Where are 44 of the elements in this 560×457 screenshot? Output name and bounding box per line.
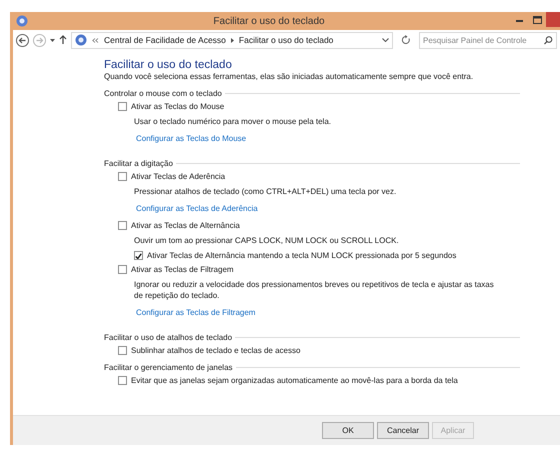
option-description: Pressionar atalhos de teclado (como CTRL+ALT+DEL) uma tecla por vez. xyxy=(134,186,398,197)
back-button[interactable] xyxy=(16,34,29,46)
checkbox-label[interactable]: Ativar as Teclas do Mouse xyxy=(131,102,224,111)
checkbox-label[interactable]: Evitar que as janelas sejam organizadas automaticamente ao movê-las para a borda da tela xyxy=(131,376,458,385)
dialog-button[interactable]: OK xyxy=(322,422,374,439)
checkbox-label[interactable]: Ativar as Teclas de Filtragem xyxy=(131,265,234,274)
settings-link[interactable]: Configurar as Teclas de Filtragem xyxy=(136,308,256,317)
window-title: Facilitar o uso do teclado xyxy=(212,16,326,26)
address-field[interactable]: Central de Facilidade de Acesso Facilitar o uso do teclado xyxy=(71,32,393,48)
checkbox[interactable] xyxy=(118,265,127,274)
page-description: Quando você seleciona essas ferramentas, elas são iniciadas automaticamente sempre que você entra. xyxy=(104,72,474,81)
checkbox-label[interactable]: Ativar as Teclas de Alternância xyxy=(131,221,240,230)
checkbox[interactable] xyxy=(134,251,143,260)
breadcrumb-item[interactable]: Central de Facilidade de Acesso xyxy=(104,35,226,45)
up-arrow-icon[interactable] xyxy=(59,35,67,45)
checkbox[interactable] xyxy=(118,221,127,230)
option-description: Usar o teclado numérico para mover o mouse pela tela. xyxy=(134,116,332,127)
refresh-icon[interactable] xyxy=(401,35,411,45)
section-heading: Facilitar o gerenciamento de janelas xyxy=(104,363,233,372)
option-description: Ignorar ou reduzir a velocidade dos pressionamentos breves ou repetitivos de tecla e ajustar as taxas de repetição do teclado. xyxy=(134,279,494,301)
section-heading: Facilitar a digitação xyxy=(104,159,173,168)
checkbox[interactable] xyxy=(118,376,127,385)
search-icon[interactable] xyxy=(544,36,553,44)
checkbox-label[interactable]: Ativar Teclas de Alternância mantendo a tecla NUM LOCK pressionada por 5 segundos xyxy=(147,251,456,260)
dialog-button[interactable]: Cancelar xyxy=(377,422,429,439)
recent-pages-icon[interactable] xyxy=(50,38,55,42)
settings-link[interactable]: Configurar as Teclas de Aderência xyxy=(136,204,258,213)
page-heading: Facilitar o uso do teclado xyxy=(104,59,233,71)
checkbox[interactable] xyxy=(118,172,127,181)
overflow-chevron-icon[interactable] xyxy=(92,38,99,42)
control-panel-icon xyxy=(16,15,28,27)
checkbox-label[interactable]: Sublinhar atalhos de teclado e teclas de acesso xyxy=(131,346,300,355)
option-description: Ouvir um tom ao pressionar CAPS LOCK, NUM LOCK ou SCROLL LOCK. xyxy=(134,235,400,246)
section-heading: Controlar o mouse com o teclado xyxy=(104,89,222,98)
checkbox[interactable] xyxy=(118,102,127,111)
maximize-icon[interactable] xyxy=(532,16,542,24)
checkbox[interactable] xyxy=(118,346,127,355)
checkbox-label[interactable]: Ativar Teclas de Aderência xyxy=(131,172,226,181)
settings-link[interactable]: Configurar as Teclas do Mouse xyxy=(136,134,246,143)
breadcrumb-separator-icon[interactable] xyxy=(230,38,234,42)
breadcrumb-item[interactable]: Facilitar o uso do teclado xyxy=(238,35,334,45)
section-heading: Facilitar o uso de atalhos de teclado xyxy=(104,333,232,342)
search-field[interactable]: Pesquisar Painel de Controle xyxy=(419,32,557,48)
control-panel-icon xyxy=(75,34,87,46)
